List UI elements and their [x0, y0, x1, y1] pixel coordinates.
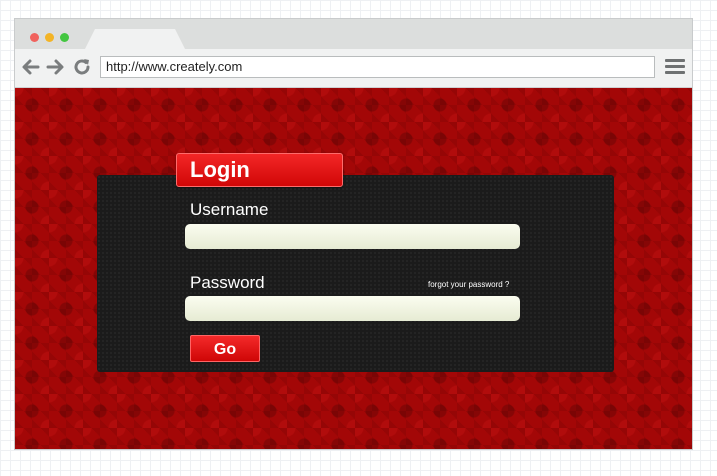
- browser-window: http://www.creately.com Login Username P…: [14, 18, 693, 450]
- forward-arrow-icon[interactable]: [45, 57, 65, 77]
- password-label: Password: [190, 273, 265, 292]
- username-label: Username: [190, 200, 269, 219]
- address-bar[interactable]: http://www.creately.com: [100, 56, 655, 78]
- login-title: Login: [176, 153, 343, 187]
- minimize-window-button[interactable]: [45, 33, 54, 42]
- browser-titlebar: [15, 19, 692, 49]
- menu-hamburger-icon[interactable]: [665, 57, 685, 77]
- close-window-button[interactable]: [30, 33, 39, 42]
- login-panel: [97, 175, 614, 372]
- go-button[interactable]: Go: [190, 335, 260, 362]
- browser-tab[interactable]: [85, 29, 185, 49]
- forgot-password-link[interactable]: forgot your password ?: [428, 280, 509, 289]
- password-input[interactable]: [185, 296, 520, 321]
- username-input[interactable]: [185, 224, 520, 249]
- browser-toolbar: http://www.creately.com: [15, 49, 692, 88]
- maximize-window-button[interactable]: [60, 33, 69, 42]
- page-content: Login Username Password forgot your pass…: [15, 88, 692, 449]
- reload-icon[interactable]: [72, 57, 92, 77]
- back-arrow-icon[interactable]: [21, 57, 41, 77]
